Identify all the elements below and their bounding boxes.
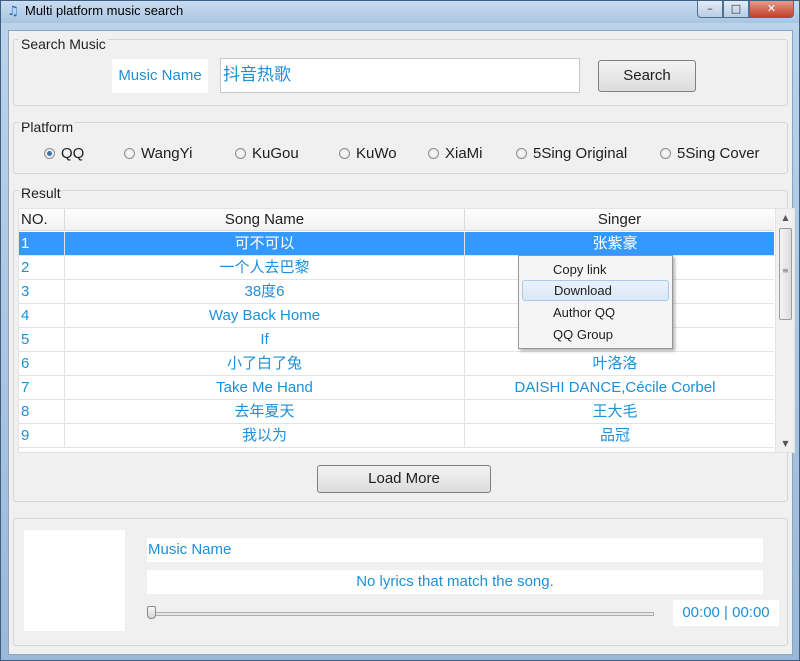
window-title: Multi platform music search: [25, 3, 184, 18]
radio-icon: [124, 148, 135, 159]
table-row[interactable]: 8 去年夏天 王大毛: [19, 400, 774, 424]
table-row[interactable]: 1 可不可以 张紫豪: [19, 232, 774, 256]
column-header-song[interactable]: Song Name: [65, 209, 465, 231]
progress-slider-handle[interactable]: [147, 606, 156, 619]
cell-song: Take Me Hand: [65, 376, 465, 400]
radio-icon: [235, 148, 246, 159]
close-button[interactable]: ✕: [749, 1, 794, 18]
menu-item-qq-group[interactable]: QQ Group: [522, 324, 669, 345]
maximize-button[interactable]: □: [723, 1, 749, 18]
progress-track[interactable]: [150, 612, 654, 616]
cell-no: 1: [19, 232, 65, 256]
search-button[interactable]: Search: [598, 60, 696, 92]
app-window: ♫ Multi platform music search – □ ✕ Sear…: [0, 0, 800, 661]
platform-radio-5sing-cover[interactable]: 5Sing Cover: [660, 145, 760, 165]
cell-no: 2: [19, 256, 65, 280]
column-header-singer[interactable]: Singer: [465, 209, 774, 231]
cell-song: 38度6: [65, 280, 465, 304]
platform-radio-wangyi[interactable]: WangYi: [124, 145, 192, 165]
player-panel: Music Name No lyrics that match the song…: [13, 518, 788, 646]
cell-song: If: [65, 328, 465, 352]
radio-selected-icon: [44, 148, 55, 159]
cell-no: 7: [19, 376, 65, 400]
platform-radio-xiami[interactable]: XiaMi: [428, 145, 483, 165]
title-bar[interactable]: ♫ Multi platform music search – □ ✕: [1, 1, 799, 23]
cell-song: 可不可以: [65, 232, 465, 256]
cell-song: Way Back Home: [65, 304, 465, 328]
now-playing-name: Music Name: [147, 538, 763, 562]
column-header-no[interactable]: NO.: [19, 209, 65, 231]
lyrics-line: No lyrics that match the song.: [147, 570, 763, 594]
result-table[interactable]: NO. Song Name Singer 1 可不可以 张紫豪 2 一个人去巴黎 3 38度…: [18, 208, 795, 453]
cell-song: 去年夏天: [65, 400, 465, 424]
table-row[interactable]: 6 小了白了兔 叶洛洛: [19, 352, 774, 376]
grip-icon: ≡: [782, 266, 789, 275]
radio-icon: [516, 148, 527, 159]
cell-no: 4: [19, 304, 65, 328]
cell-singer: 张紫豪: [592, 235, 638, 252]
scroll-up-arrow-icon[interactable]: ▲: [776, 209, 794, 226]
load-more-button[interactable]: Load More: [317, 465, 491, 493]
search-group-title: Search Music: [19, 36, 108, 52]
cell-song: 小了白了兔: [65, 352, 465, 376]
scroll-thumb[interactable]: ≡: [779, 228, 792, 320]
minimize-button[interactable]: –: [697, 1, 723, 18]
platform-radio-qq[interactable]: QQ: [44, 145, 84, 165]
music-name-label: Music Name: [112, 59, 208, 93]
table-scrollbar[interactable]: ▲ ≡ ▼: [775, 209, 794, 452]
cell-song: 我以为: [65, 424, 465, 448]
cell-singer: DAISHI DANCE,Cécile Corbel: [514, 379, 716, 396]
album-cover: [24, 530, 125, 631]
scroll-down-arrow-icon[interactable]: ▼: [776, 435, 794, 452]
cell-no: 5: [19, 328, 65, 352]
music-note-icon: ♫: [7, 4, 19, 19]
time-display: 00:00 | 00:00: [673, 600, 779, 626]
platform-group-title: Platform: [19, 119, 76, 135]
radio-icon: [660, 148, 671, 159]
platform-radio-5sing-original[interactable]: 5Sing Original: [516, 145, 627, 165]
client-area: Search Music Music Name 抖音热歌 Search Plat…: [8, 30, 795, 655]
context-menu: Copy link Download Author QQ QQ Group: [518, 255, 673, 349]
cell-singer: 王大毛: [592, 403, 638, 420]
cell-no: 9: [19, 424, 65, 448]
table-row-partial[interactable]: [19, 448, 774, 452]
cell-song: 一个人去巴黎: [65, 256, 465, 280]
radio-icon: [339, 148, 350, 159]
cell-no: 6: [19, 352, 65, 376]
platform-radio-kuwo[interactable]: KuWo: [339, 145, 397, 165]
platform-radio-kugou[interactable]: KuGou: [235, 145, 299, 165]
table-header: NO. Song Name Singer: [19, 209, 774, 231]
result-group-title: Result: [19, 185, 63, 201]
menu-item-copy-link[interactable]: Copy link: [522, 259, 669, 280]
menu-item-author-qq[interactable]: Author QQ: [522, 302, 669, 323]
radio-icon: [428, 148, 439, 159]
cell-no: 3: [19, 280, 65, 304]
table-row[interactable]: 9 我以为 品冠: [19, 424, 774, 448]
search-input[interactable]: 抖音热歌: [220, 58, 580, 93]
cell-no: 8: [19, 400, 65, 424]
cell-singer: 品冠: [599, 427, 630, 444]
menu-item-download[interactable]: Download: [522, 280, 669, 301]
cell-singer: 叶洛洛: [592, 355, 638, 372]
table-row[interactable]: 7 Take Me Hand DAISHI DANCE,Cécile Corbel: [19, 376, 774, 400]
